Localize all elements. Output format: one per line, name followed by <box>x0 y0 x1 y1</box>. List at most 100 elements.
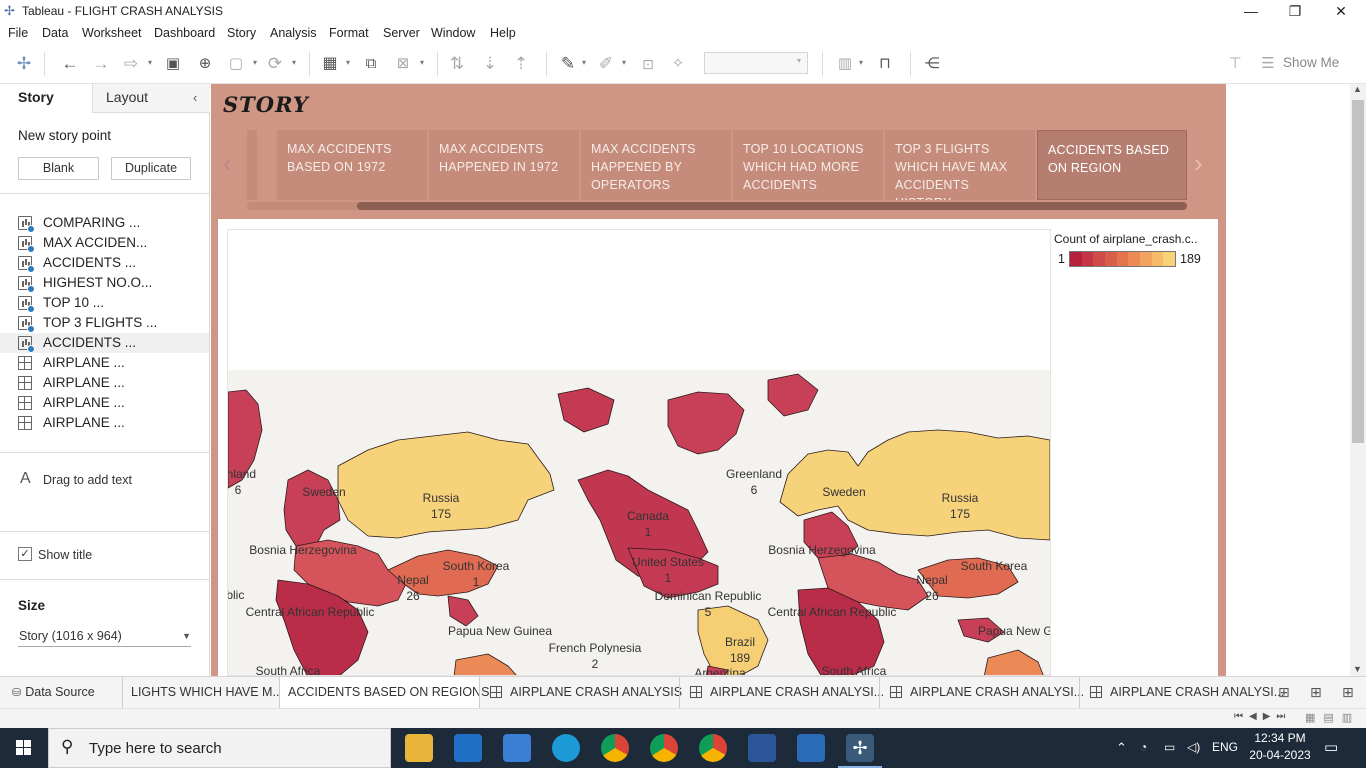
taskbar-search[interactable]: ⚲ Type here to search <box>48 728 391 768</box>
story-dashboard-item[interactable]: AIRPLANE ... <box>0 373 209 393</box>
wifi-icon[interactable]: ◔ <box>1140 740 1147 754</box>
save-icon[interactable]: ▣ <box>163 54 183 74</box>
start-button[interactable] <box>0 728 48 768</box>
clear-sheet-icon[interactable]: ⊠ <box>393 54 413 74</box>
pause-updates-icon[interactable]: ▢ <box>226 54 246 74</box>
refresh-icon[interactable]: ⟳ <box>265 54 285 74</box>
story-dashboard-item[interactable]: AIRPLANE ... <box>0 393 209 413</box>
tableau-taskbar-icon[interactable]: ✢ <box>846 734 874 762</box>
drag-to-add-text[interactable]: Drag to add text <box>43 473 132 487</box>
show-me-icon[interactable]: ☰ <box>1260 54 1276 74</box>
fit-dropdown[interactable]: ▾ <box>704 52 808 74</box>
file-explorer-icon[interactable] <box>405 734 433 762</box>
minimize-button[interactable]: — <box>1228 0 1274 22</box>
story-sheet-item[interactable]: MAX ACCIDEN... <box>0 233 209 253</box>
new-dashboard-tab-icon[interactable]: ⊞ <box>1310 684 1322 701</box>
new-sheet-caret-icon[interactable]: ▾ <box>346 58 350 67</box>
story-sheet-item[interactable]: ACCIDENTS ... <box>0 253 209 273</box>
menu-data[interactable]: Data <box>42 26 68 40</box>
menu-window[interactable]: Window <box>431 26 475 40</box>
menu-help[interactable]: Help <box>490 26 516 40</box>
story-point-selected[interactable]: ACCIDENTS BASED ON REGION <box>1037 130 1187 200</box>
replay-icon[interactable]: ⇨ <box>121 54 141 74</box>
sort-ascending-icon[interactable]: ⇣ <box>480 54 500 74</box>
system-clock[interactable]: 12:34 PM 20-04-2023 <box>1244 730 1316 764</box>
story-point[interactable]: MAX ACCIDENTS HAPPENED IN 1972 <box>429 130 579 200</box>
clear-caret-icon[interactable]: ▾ <box>420 58 424 67</box>
presentation-mode-icon[interactable]: ⊓ <box>875 54 895 74</box>
story-sheet-item[interactable]: ACCIDENTS ... <box>0 333 209 353</box>
duplicate-sheet-icon[interactable]: ⧉ <box>361 54 381 74</box>
close-button[interactable]: ✕ <box>1318 0 1364 22</box>
story-point[interactable]: RD <box>247 130 257 200</box>
volume-icon[interactable]: ◁) <box>1187 740 1200 754</box>
chrome-icon[interactable] <box>601 734 629 762</box>
pin-icon[interactable]: ⊤ <box>1225 54 1245 74</box>
story-tab[interactable]: AIRPLANE CRASH ANALYSI... <box>1079 677 1284 708</box>
story-point[interactable]: MAX ACCIDENTS BASED ON 1972 <box>277 130 427 200</box>
menu-dashboard[interactable]: Dashboard <box>154 26 215 40</box>
story-dashboard-item[interactable]: AIRPLANE ... <box>0 353 209 373</box>
story-point[interactable]: TOP 10 LOCATIONS WHICH HAD MORE ACCIDENT… <box>733 130 883 200</box>
view-mode-icons[interactable]: ▦▤▥ <box>1305 711 1360 724</box>
data-source-tab[interactable]: ⛁ Data Source <box>4 677 122 708</box>
show-labels-icon[interactable]: ⊡ <box>638 54 658 74</box>
collapse-pane-icon[interactable]: ‹ <box>193 90 197 105</box>
fix-axes-icon[interactable]: ✧ <box>668 54 688 74</box>
new-story-tab-icon[interactable]: ⊞ <box>1342 684 1354 701</box>
tableau-home-icon[interactable]: ✢ <box>14 54 34 74</box>
group-members-icon[interactable]: ✐ <box>596 54 616 74</box>
navigator-scrollbar[interactable] <box>357 202 1187 210</box>
replay-caret-icon[interactable]: ▾ <box>148 58 152 67</box>
edge-icon[interactable] <box>552 734 580 762</box>
show-me-button[interactable]: Show Me <box>1283 55 1339 70</box>
blank-button[interactable]: Blank <box>18 157 99 180</box>
new-data-source-icon[interactable]: ⊕ <box>195 54 215 74</box>
story-sheet-item[interactable]: COMPARING ... <box>0 213 209 233</box>
cards-icon[interactable]: ▥ <box>835 54 855 74</box>
story-point[interactable]: TOP 3 FLIGHTS WHICH HAVE MAX ACCIDENTS H… <box>885 130 1035 200</box>
previous-story-point-icon[interactable]: ‹ <box>223 148 232 179</box>
text-object-icon[interactable]: A <box>20 470 31 488</box>
tab-story[interactable]: Story <box>0 84 92 113</box>
map-view[interactable]: enland 6 Sweden Russia 175 Bosnia Herzegovina… <box>227 229 1051 676</box>
store-icon[interactable] <box>503 734 531 762</box>
show-title-checkbox[interactable]: ✓ <box>18 547 32 561</box>
menu-server[interactable]: Server <box>383 26 420 40</box>
chrome-profile-icon[interactable] <box>650 734 678 762</box>
mail-icon[interactable] <box>454 734 482 762</box>
photos-icon[interactable] <box>797 734 825 762</box>
color-legend[interactable]: Count of airplane_crash.c.. 1 189 <box>1054 232 1214 269</box>
redo-icon[interactable]: → <box>91 54 111 74</box>
next-story-point-icon[interactable]: › <box>1194 148 1203 179</box>
dashboard-tab[interactable]: AIRPLANE CRASH ANALYSI... <box>879 677 1084 708</box>
world-map[interactable]: enland 6 Sweden Russia 175 Bosnia Herzegovina… <box>228 370 1050 675</box>
highlight-icon[interactable]: ✎ <box>558 54 578 74</box>
tab-navigation-icons[interactable]: ⏮◀▶⏭ <box>1234 711 1291 722</box>
word-icon[interactable] <box>748 734 776 762</box>
highlight-caret-icon[interactable]: ▾ <box>582 58 586 67</box>
size-dropdown[interactable]: Story (1016 x 964) ▼ <box>18 627 191 647</box>
menu-story[interactable]: Story <box>227 26 256 40</box>
chrome-profile-icon[interactable] <box>699 734 727 762</box>
language-indicator[interactable]: ENG <box>1212 740 1238 754</box>
dashboard-tab[interactable]: AIRPLANE CRASH ANALYSI... <box>679 677 884 708</box>
vertical-scrollbar-thumb[interactable] <box>1352 100 1364 443</box>
notifications-icon[interactable]: ▭ <box>1324 738 1338 756</box>
menu-analysis[interactable]: Analysis <box>270 26 317 40</box>
story-sheet-item[interactable]: HIGHEST NO.O... <box>0 273 209 293</box>
undo-icon[interactable]: ← <box>60 54 80 74</box>
refresh-caret-icon[interactable]: ▾ <box>292 58 296 67</box>
menu-format[interactable]: Format <box>329 26 369 40</box>
scroll-down-icon[interactable]: ▼ <box>1353 664 1362 674</box>
menu-worksheet[interactable]: Worksheet <box>82 26 142 40</box>
pause-caret-icon[interactable]: ▾ <box>253 58 257 67</box>
swap-axes-icon[interactable]: ⇅ <box>447 54 467 74</box>
restore-button[interactable]: ❐ <box>1272 0 1318 22</box>
story-sheet-item[interactable]: TOP 3 FLIGHTS ... <box>0 313 209 333</box>
new-worksheet-tab-icon[interactable]: ⊞ <box>1278 684 1290 701</box>
sheet-tab[interactable]: ACCIDENTS BASED ON REGIONS <box>279 677 489 708</box>
cards-caret-icon[interactable]: ▾ <box>859 58 863 67</box>
group-caret-icon[interactable]: ▾ <box>622 58 626 67</box>
new-worksheet-icon[interactable]: ▦ <box>320 54 340 74</box>
